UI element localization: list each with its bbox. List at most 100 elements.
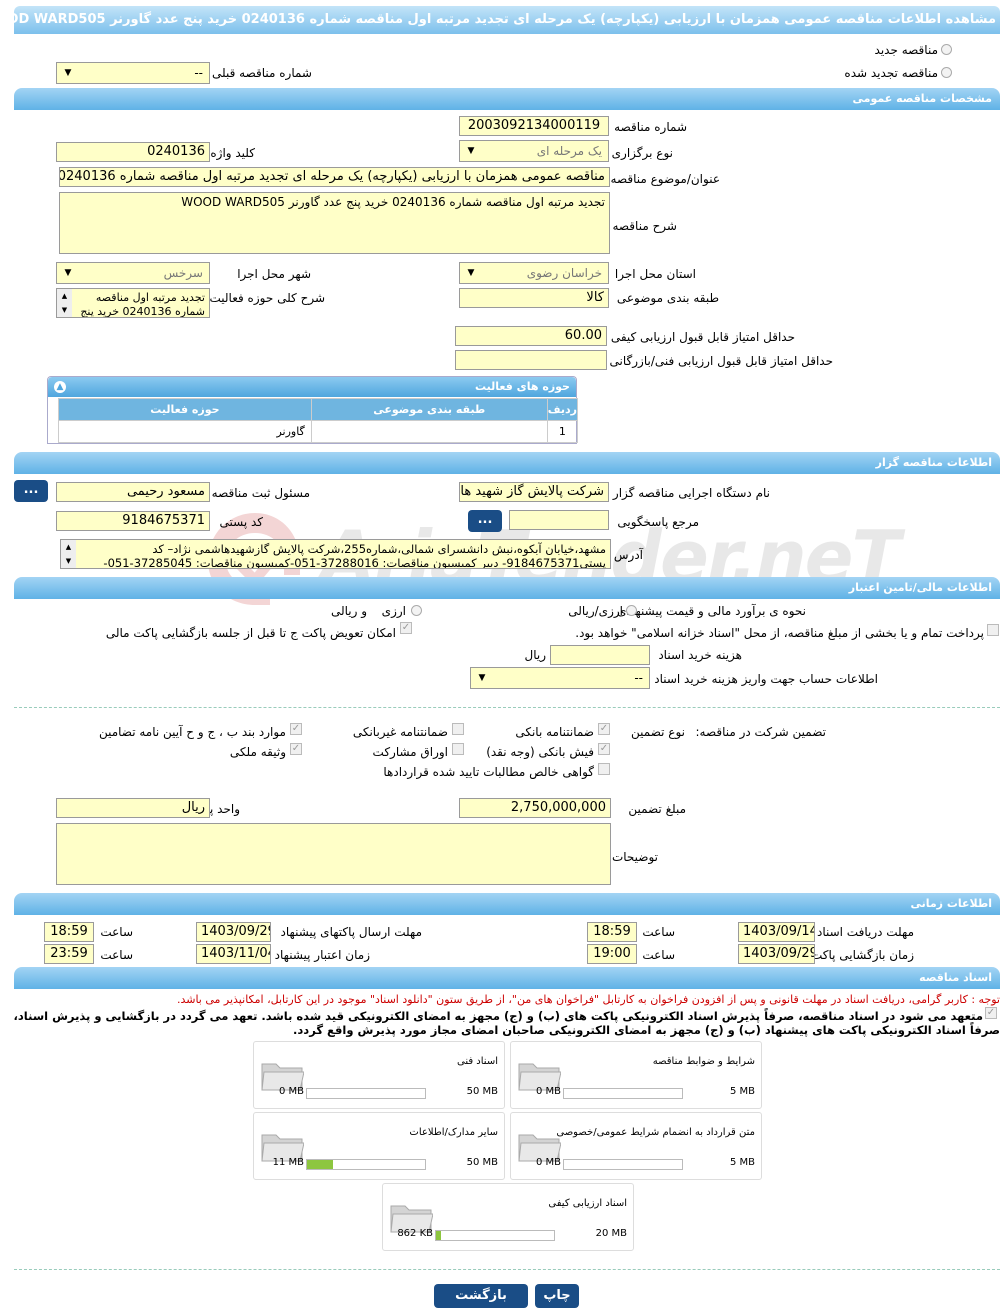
number-field[interactable]: 2003092134000119 xyxy=(459,116,609,136)
row-no: 1 xyxy=(546,420,579,443)
page-title: مشاهده اطلاعات مناقصه عمومی همزمان با ار… xyxy=(14,6,1000,34)
swap-envelope-checkbox[interactable]: ✓ xyxy=(400,622,412,634)
receivables-checkbox[interactable] xyxy=(598,763,610,775)
doc-card[interactable]: شرایط و ضوابط مناقصه 0 MB 5 MB xyxy=(510,1041,762,1109)
header-activity: حوزه فعالیت xyxy=(58,398,312,421)
subject-field[interactable]: مناقصه عمومی همزمان با ارزیابی (یکپارچه)… xyxy=(59,167,610,187)
doc-card-max: 20 MB xyxy=(595,1228,627,1239)
min-quality-field[interactable]: 60.00 xyxy=(455,326,607,346)
description-label: شرح مناقصه xyxy=(612,219,677,233)
cash-label: فیش بانکی (وجه نقد) xyxy=(486,745,594,759)
new-tender-radio[interactable] xyxy=(941,44,952,55)
documents-notice: توجه : کاربر گرامی، دریافت اسناد در مهلت… xyxy=(176,993,1000,1006)
table-header-row: ردیف طبقه بندی موضوعی حوزه فعالیت xyxy=(58,398,579,421)
activities-header: حوزه های فعالیت ▲ xyxy=(48,377,576,397)
nonbank-guarantee-checkbox[interactable] xyxy=(452,723,464,735)
treasury-checkbox[interactable] xyxy=(987,624,999,636)
amount-field[interactable]: 2,750,000,000 xyxy=(459,798,611,818)
receivables-label: گواهی خالص مطالبات تایید شده قراردادها xyxy=(383,765,594,779)
swap-envelope-label: امکان تعویض پاکت ج تا قبل از جلسه بازگشا… xyxy=(105,626,396,640)
renewed-tender-radio[interactable] xyxy=(941,67,952,78)
doc-card[interactable]: سایر مدارک/اطلاعات 11 MB 50 MB xyxy=(253,1112,505,1180)
open-time[interactable]: 19:00 xyxy=(587,944,637,964)
bylaw-label: موارد بند ب ، ج و ح آیین نامه تضامین xyxy=(98,725,286,739)
doc-cost-field[interactable] xyxy=(550,645,650,665)
number-label: شماره مناقصه xyxy=(614,120,687,134)
section-organizer: اطلاعات مناقصه گزار xyxy=(14,452,1000,474)
reference-field[interactable] xyxy=(509,510,609,530)
rial-option-label: ارزی/ریالی xyxy=(568,604,623,618)
bylaw-checkbox[interactable]: ✓ xyxy=(290,723,302,735)
doc-card-max: 5 MB xyxy=(729,1086,755,1097)
description-field[interactable]: تجدید مرتبه اول مناقصه شماره 0240136 خری… xyxy=(59,192,610,254)
select-reference-button[interactable]: ... xyxy=(468,510,502,532)
bank-guarantee-label: ضمانتنامه بانکی xyxy=(515,725,594,739)
previous-number-select[interactable]: -- ▼ xyxy=(56,62,210,84)
bank-guarantee-checkbox[interactable]: ✓ xyxy=(598,723,610,735)
select-registrar-button[interactable]: ... xyxy=(14,480,48,502)
validity-time[interactable]: 23:59 xyxy=(44,944,94,964)
city-select[interactable]: سرخس ▼ xyxy=(56,262,210,284)
scrollbar[interactable]: ▲ ▼ xyxy=(57,289,72,317)
scrollbar[interactable]: ▲ ▼ xyxy=(61,540,76,568)
category-field[interactable]: کالا xyxy=(459,288,609,308)
doc-card[interactable]: اسناد فنی 0 MB 50 MB xyxy=(253,1041,505,1109)
collapse-icon[interactable]: ▲ xyxy=(54,381,66,393)
progress-fill xyxy=(307,1160,333,1169)
registrar-field[interactable]: مسعود رحیمی xyxy=(56,482,210,502)
back-button[interactable]: بازگشت xyxy=(434,1284,528,1308)
org-field[interactable]: شرکت پالایش گاز شهید ها xyxy=(459,482,609,502)
min-quality-label: حداقل امتیاز قابل قبول ارزیابی کیفی xyxy=(610,330,795,344)
type-select[interactable]: یک مرحله ای ▼ xyxy=(459,140,609,162)
table-row: 1 گاورنر xyxy=(58,420,579,443)
guarantee-participation-label: تضمین شرکت در مناقصه: xyxy=(695,725,826,739)
doc-card-current: 11 MB xyxy=(272,1157,304,1168)
doc-receive-date[interactable]: 1403/09/14 xyxy=(738,922,815,942)
property-label: وثیقه ملکی xyxy=(229,745,286,759)
amount-label: مبلغ تضمین xyxy=(628,802,686,816)
open-date[interactable]: 1403/09/29 xyxy=(738,944,815,964)
time-label: ساعت xyxy=(100,925,133,939)
doc-card-current: 0 MB xyxy=(535,1086,561,1097)
header-category: طبقه بندی موضوعی xyxy=(310,398,548,421)
address-field[interactable]: مشهد،خیابان آبکوه،نبش دانشسرای شمالی،شما… xyxy=(60,539,611,569)
guarantee-type-label: نوع تضمین xyxy=(631,725,685,739)
doc-card[interactable]: اسناد ارزیابی کیفی 862 KB 20 MB xyxy=(382,1183,634,1251)
doc-receive-time[interactable]: 18:59 xyxy=(587,922,637,942)
rial-radio[interactable] xyxy=(626,605,637,616)
doc-cost-label: هزینه خرید اسناد xyxy=(658,648,742,662)
currency-radio[interactable] xyxy=(411,605,422,616)
print-button[interactable]: چاپ xyxy=(535,1284,579,1308)
doc-card-max: 50 MB xyxy=(466,1157,498,1168)
doc-card-progress xyxy=(306,1088,426,1099)
min-tech-field[interactable] xyxy=(455,350,607,370)
province-label: استان محل اجرا xyxy=(614,267,696,281)
doc-card-name: اسناد فنی xyxy=(457,1056,498,1067)
send-date[interactable]: 1403/09/29 xyxy=(196,922,271,942)
province-select[interactable]: خراسان رضوی ▼ xyxy=(459,262,609,284)
row-activity: گاورنر xyxy=(58,420,312,443)
header-row-no: ردیف xyxy=(546,398,579,421)
currency-unit-field[interactable]: ریال xyxy=(56,798,210,818)
cash-checkbox[interactable]: ✓ xyxy=(598,743,610,755)
registrar-label: مسئول ثبت مناقصه xyxy=(211,486,310,500)
keyword-field[interactable]: 0240136 xyxy=(56,142,210,162)
account-select[interactable]: -- ▼ xyxy=(470,667,650,689)
category-label: طبقه بندی موضوعی xyxy=(616,291,719,305)
time-label: ساعت xyxy=(642,948,675,962)
commitment-checkbox[interactable]: ✓ xyxy=(985,1007,997,1019)
doc-card[interactable]: متن قرارداد به انضمام شرایط عمومی/خصوصی … xyxy=(510,1112,762,1180)
commitment-text-1: متعهد می شود در اسناد مناقصه، صرفاً پذیر… xyxy=(13,1009,983,1023)
bonds-checkbox[interactable] xyxy=(452,743,464,755)
doc-card-name: سایر مدارک/اطلاعات xyxy=(409,1127,498,1138)
property-checkbox[interactable]: ✓ xyxy=(290,743,302,755)
postal-field[interactable]: 9184675371 xyxy=(56,511,210,531)
renewed-tender-label: مناقصه تجدید شده xyxy=(844,66,938,80)
notes-field[interactable] xyxy=(56,823,611,885)
doc-receive-label: مهلت دریافت اسناد xyxy=(816,925,914,939)
validity-date[interactable]: 1403/11/04 xyxy=(196,944,271,964)
send-label: مهلت ارسال پاکتهای پیشنهاد xyxy=(280,925,422,939)
send-time[interactable]: 18:59 xyxy=(44,922,94,942)
time-label: ساعت xyxy=(100,948,133,962)
activity-desc-field[interactable]: تجدید مرتبه اول مناقصه شماره 0240136 خری… xyxy=(56,288,210,318)
